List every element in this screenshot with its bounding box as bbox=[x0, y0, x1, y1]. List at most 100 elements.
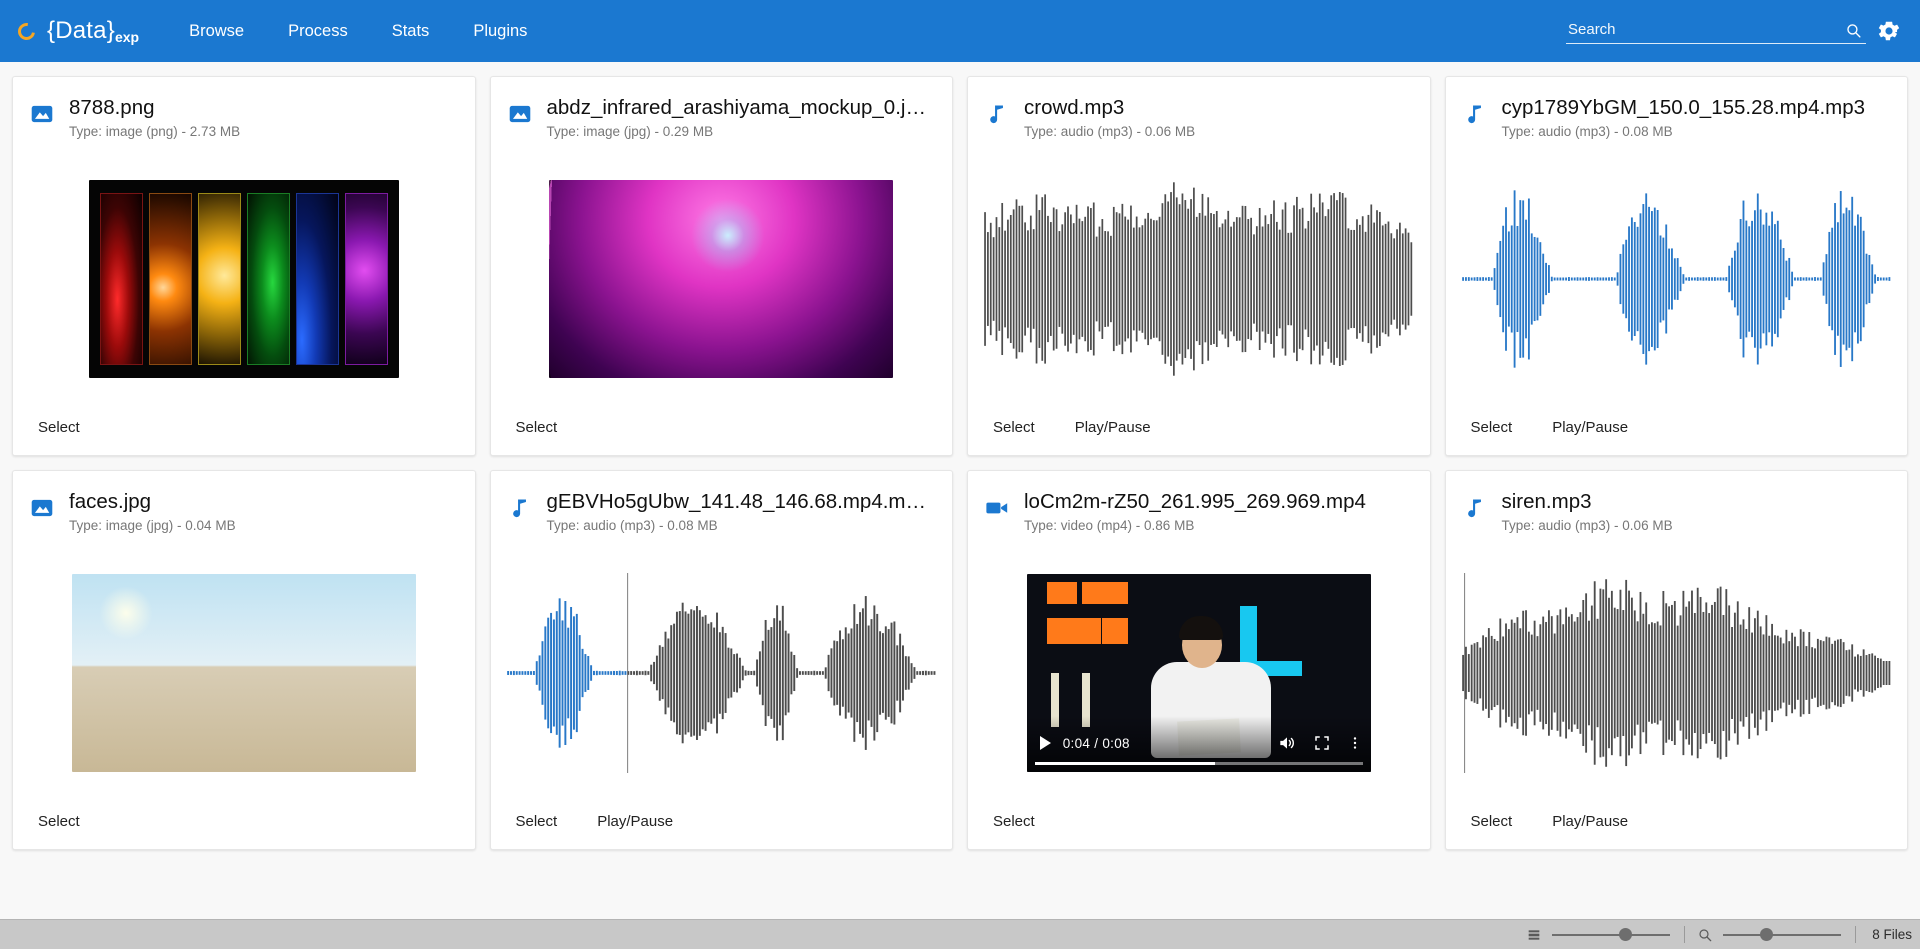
file-meta: Type: image (jpg) - 0.29 MB bbox=[546, 123, 714, 139]
file-card[interactable]: faces.jpg Type: image (jpg) - 0.04 MB Se… bbox=[12, 470, 476, 850]
media-preview bbox=[968, 143, 1430, 406]
brand-name: {Data} bbox=[47, 17, 115, 44]
audio-waveform[interactable] bbox=[982, 179, 1416, 379]
volume-icon[interactable] bbox=[1277, 733, 1297, 753]
play-pause-button[interactable]: Play/Pause bbox=[1543, 414, 1637, 441]
media-preview bbox=[13, 143, 475, 406]
image-thumbnail bbox=[71, 574, 416, 773]
media-preview bbox=[1446, 537, 1908, 800]
file-name: cyp1789YbGM_150.0_155.28.mp4.mp3 bbox=[1501, 96, 1866, 119]
video-time: 0:04 / 0:08 bbox=[1062, 735, 1130, 751]
play-pause-button[interactable]: Play/Pause bbox=[1543, 808, 1637, 835]
file-name: faces.jpg bbox=[69, 490, 152, 513]
card-header: cyp1789YbGM_150.0_155.28.mp4.mp3 Type: a… bbox=[1446, 77, 1908, 143]
play-pause-button[interactable]: Play/Pause bbox=[1066, 414, 1160, 441]
music-note-icon bbox=[1467, 499, 1481, 518]
video-progress-bar[interactable] bbox=[1034, 762, 1363, 766]
divider bbox=[1855, 926, 1857, 943]
zoom-slider[interactable] bbox=[1723, 927, 1842, 943]
music-note-icon bbox=[1467, 105, 1481, 124]
video-controls: 0:04 / 0:08 bbox=[1026, 716, 1371, 773]
video-player[interactable]: 0:04 / 0:08 bbox=[1026, 574, 1371, 773]
image-icon bbox=[31, 499, 53, 517]
search-input[interactable] bbox=[1566, 18, 1866, 44]
card-actions: Select bbox=[13, 808, 475, 849]
play-pause-button[interactable]: Play/Pause bbox=[588, 808, 682, 835]
image-thumbnail bbox=[549, 180, 894, 379]
select-button[interactable]: Select bbox=[1462, 414, 1522, 441]
file-card[interactable]: loCm2m-rZ50_261.995_269.969.mp4 Type: vi… bbox=[967, 470, 1431, 850]
card-actions: Select bbox=[491, 414, 953, 455]
image-icon bbox=[31, 105, 53, 123]
media-preview bbox=[491, 143, 953, 406]
music-note-icon bbox=[512, 499, 526, 518]
nav-item-process[interactable]: Process bbox=[274, 16, 362, 47]
media-preview bbox=[1446, 143, 1908, 406]
file-meta: Type: video (mp4) - 0.86 MB bbox=[1024, 517, 1195, 533]
file-card[interactable]: siren.mp3 Type: audio (mp3) - 0.06 MB Se… bbox=[1444, 470, 1908, 850]
music-note-icon bbox=[990, 105, 1003, 124]
top-app-bar: {Data}exp Browse Process Stats Plugins bbox=[0, 0, 1920, 62]
gear-icon[interactable] bbox=[1876, 18, 1902, 44]
file-count-label: 8 Files bbox=[1872, 927, 1912, 942]
select-button[interactable]: Select bbox=[984, 808, 1044, 835]
file-card[interactable]: crowd.mp3 Type: audio (mp3) - 0.06 MB Se… bbox=[967, 76, 1431, 456]
file-card[interactable]: 8788.png Type: image (png) - 2.73 MB Sel… bbox=[12, 76, 476, 456]
file-meta: Type: audio (mp3) - 0.06 MB bbox=[1024, 123, 1196, 139]
divider bbox=[1684, 926, 1686, 943]
file-card[interactable]: abdz_infrared_arashiyama_mockup_0.j… Typ… bbox=[489, 76, 953, 456]
card-actions: Select Play/Pause bbox=[1446, 414, 1908, 455]
audio-waveform[interactable] bbox=[505, 573, 939, 774]
density-slider[interactable] bbox=[1552, 927, 1671, 943]
play-icon[interactable] bbox=[1039, 736, 1051, 751]
file-meta: Type: audio (mp3) - 0.08 MB bbox=[546, 517, 718, 533]
nav-item-plugins[interactable]: Plugins bbox=[459, 16, 541, 47]
file-meta: Type: audio (mp3) - 0.06 MB bbox=[1501, 517, 1673, 533]
media-preview: 0:04 / 0:08 bbox=[968, 537, 1430, 800]
file-card[interactable]: cyp1789YbGM_150.0_155.28.mp4.mp3 Type: a… bbox=[1444, 76, 1908, 456]
file-name: loCm2m-rZ50_261.995_269.969.mp4 bbox=[1024, 490, 1366, 513]
more-vertical-icon[interactable] bbox=[1347, 734, 1363, 752]
select-button[interactable]: Select bbox=[29, 414, 89, 441]
nav-item-browse[interactable]: Browse bbox=[175, 16, 258, 47]
search-icon[interactable] bbox=[1845, 22, 1862, 39]
file-grid: 8788.png Type: image (png) - 2.73 MB Sel… bbox=[0, 62, 1920, 919]
file-meta: Type: image (jpg) - 0.04 MB bbox=[69, 517, 236, 533]
video-camera-icon bbox=[986, 502, 1008, 514]
card-header: 8788.png Type: image (png) - 2.73 MB bbox=[13, 77, 475, 143]
card-actions: Select bbox=[13, 414, 475, 455]
zoom-icon[interactable] bbox=[1697, 927, 1713, 943]
file-name: crowd.mp3 bbox=[1024, 96, 1125, 119]
select-button[interactable]: Select bbox=[1462, 808, 1522, 835]
card-actions: Select Play/Pause bbox=[491, 808, 953, 849]
brand-sub: exp bbox=[114, 29, 140, 45]
loading-ring-icon bbox=[14, 19, 39, 43]
fullscreen-icon[interactable] bbox=[1313, 734, 1331, 752]
select-button[interactable]: Select bbox=[29, 808, 89, 835]
image-icon bbox=[509, 105, 530, 123]
card-header: gEBVHo5gUbw_141.48_146.68.mp4.m… Type: a… bbox=[491, 471, 953, 537]
file-card[interactable]: gEBVHo5gUbw_141.48_146.68.mp4.m… Type: a… bbox=[489, 470, 953, 850]
select-button[interactable]: Select bbox=[507, 414, 567, 441]
media-preview bbox=[491, 537, 953, 800]
status-bar: 8 Files bbox=[0, 919, 1920, 949]
select-button[interactable]: Select bbox=[507, 808, 567, 835]
card-header: faces.jpg Type: image (jpg) - 0.04 MB bbox=[13, 471, 475, 537]
media-preview bbox=[13, 537, 475, 800]
nav-item-stats[interactable]: Stats bbox=[378, 16, 444, 47]
select-button[interactable]: Select bbox=[984, 414, 1044, 441]
card-header: siren.mp3 Type: audio (mp3) - 0.06 MB bbox=[1446, 471, 1908, 537]
brand-title: {Data}exp bbox=[47, 17, 139, 45]
audio-waveform[interactable] bbox=[1460, 179, 1894, 379]
file-name: siren.mp3 bbox=[1501, 490, 1592, 513]
search-box bbox=[1566, 18, 1866, 44]
card-header: loCm2m-rZ50_261.995_269.969.mp4 Type: vi… bbox=[968, 471, 1430, 537]
list-density-icon[interactable] bbox=[1526, 927, 1542, 943]
file-name: abdz_infrared_arashiyama_mockup_0.j… bbox=[546, 96, 926, 119]
file-meta: Type: image (png) - 2.73 MB bbox=[69, 123, 241, 139]
image-thumbnail bbox=[88, 180, 399, 379]
file-name: gEBVHo5gUbw_141.48_146.68.mp4.m… bbox=[546, 490, 927, 513]
card-header: crowd.mp3 Type: audio (mp3) - 0.06 MB bbox=[968, 77, 1430, 143]
audio-waveform[interactable] bbox=[1460, 573, 1894, 774]
file-meta: Type: audio (mp3) - 0.08 MB bbox=[1501, 123, 1673, 139]
